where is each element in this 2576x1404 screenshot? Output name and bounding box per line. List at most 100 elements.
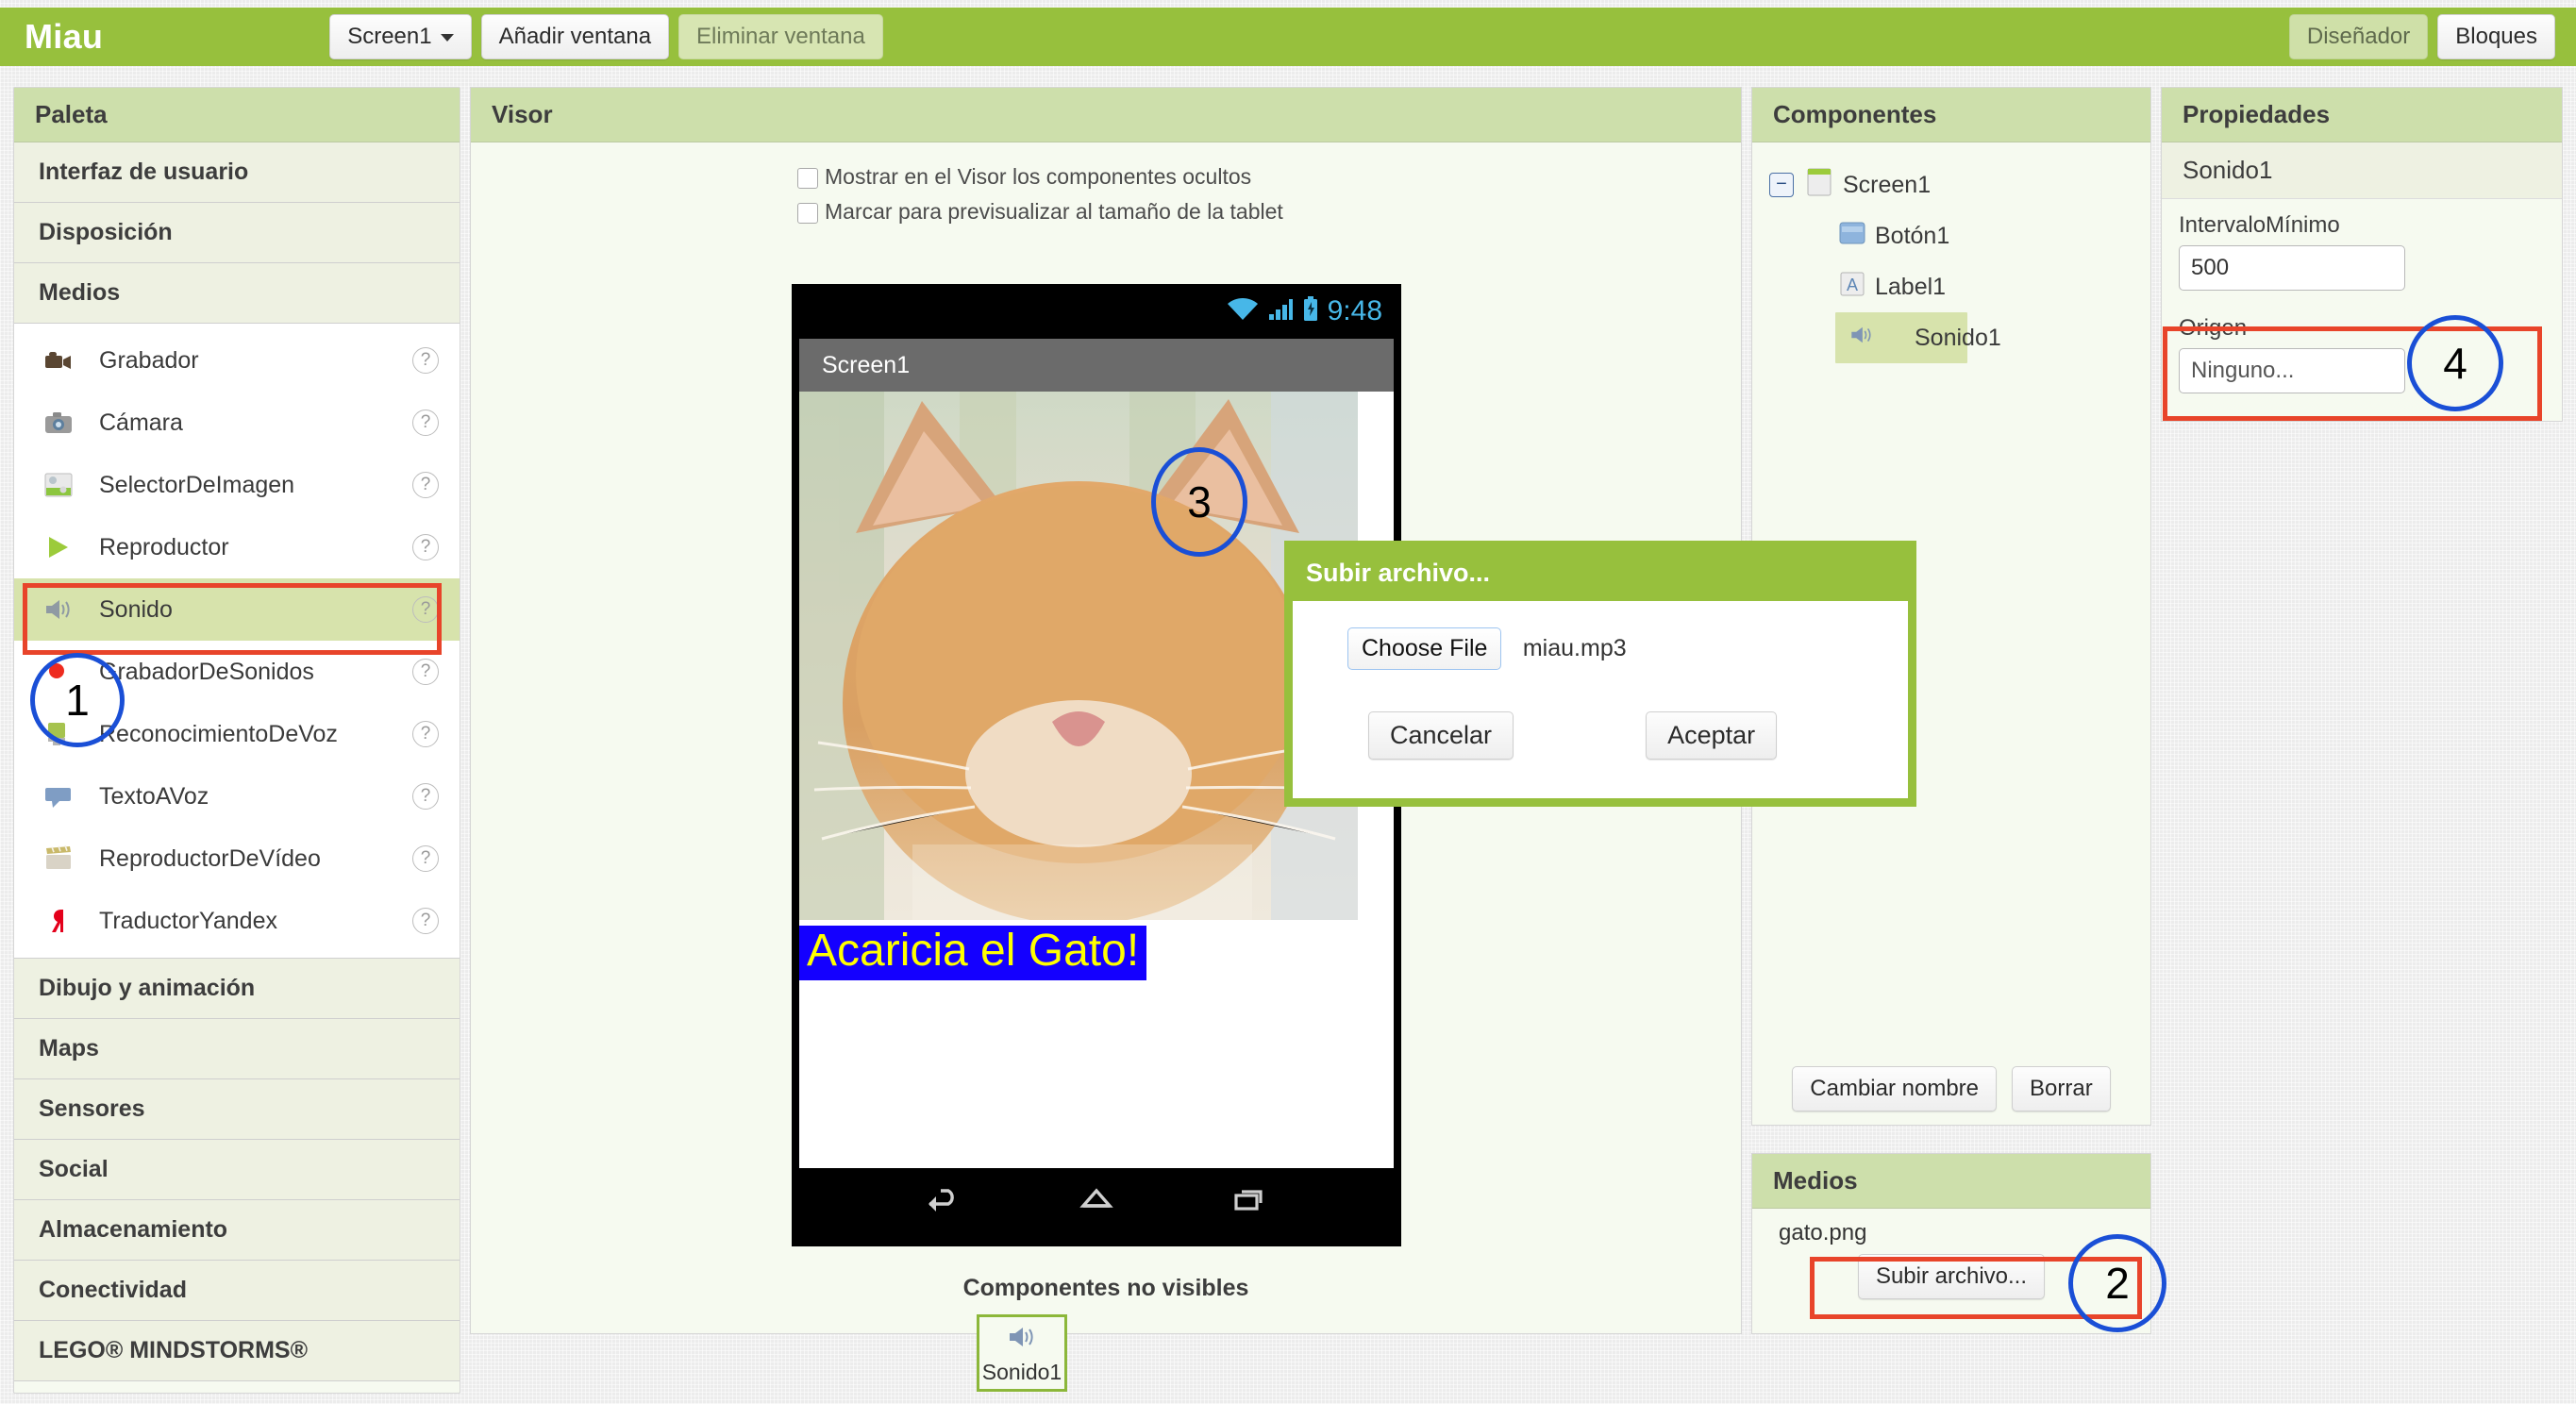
palette-section-social[interactable]: Social — [14, 1140, 460, 1200]
image-picker-icon — [42, 469, 75, 501]
palette-item-reproductordevideo[interactable]: ReproductorDeVídeo ? — [14, 827, 460, 890]
app-title: Miau — [25, 17, 103, 57]
property-input-origen[interactable] — [2179, 348, 2405, 393]
speaker-icon — [42, 593, 75, 626]
wifi-icon — [1227, 297, 1259, 326]
palette-item-camara[interactable]: Cámara ? — [14, 392, 460, 454]
clapperboard-icon — [42, 843, 75, 875]
chosen-file-name: miau.mp3 — [1523, 635, 1627, 661]
show-hidden-components-checkbox[interactable] — [797, 168, 818, 189]
palette-medios-list: Grabador ? Cámara ? SelectorDeImagen ? R… — [14, 324, 460, 959]
help-icon[interactable]: ? — [412, 659, 439, 685]
annotation-marker-3: 3 — [1151, 447, 1247, 557]
palette-item-textoavoz[interactable]: TextoAVoz ? — [14, 765, 460, 827]
tablet-size-checkbox[interactable] — [797, 203, 818, 224]
help-icon[interactable]: ? — [412, 596, 439, 623]
media-title: Medios — [1752, 1154, 2150, 1209]
palette-item-label: Cámara — [99, 410, 412, 437]
palette-section-almacenamiento[interactable]: Almacenamiento — [14, 1200, 460, 1261]
annotation-marker-4: 4 — [2407, 315, 2503, 411]
screen-icon — [1807, 168, 1832, 203]
rename-component-button[interactable]: Cambiar nombre — [1792, 1066, 1997, 1112]
palette-section-medios[interactable]: Medios — [14, 263, 460, 324]
screen-selector-button[interactable]: Screen1 — [329, 14, 471, 59]
collapse-icon[interactable]: − — [1769, 173, 1794, 197]
tree-item-boton1[interactable]: Botón1 — [1752, 210, 2150, 261]
non-visible-component-label: Sonido1 — [982, 1360, 1062, 1385]
palette-item-reproductor[interactable]: Reproductor ? — [14, 516, 460, 578]
help-icon[interactable]: ? — [412, 472, 439, 498]
palette-item-grabador[interactable]: Grabador ? — [14, 329, 460, 392]
palette-section-sensores[interactable]: Sensores — [14, 1079, 460, 1140]
viewer-panel: Visor Mostrar en el Visor los componente… — [470, 87, 1742, 1334]
tree-item-label: Sonido1 — [1915, 325, 2001, 352]
help-icon[interactable]: ? — [412, 410, 439, 436]
tree-item-sonido1[interactable]: Sonido1 — [1835, 312, 1967, 363]
delete-component-button[interactable]: Borrar — [2012, 1066, 2111, 1112]
upload-cancel-button[interactable]: Cancelar — [1368, 711, 1514, 760]
palette-item-label: Sonido — [99, 596, 412, 624]
android-nav-bar — [792, 1168, 1401, 1234]
properties-title: Propiedades — [2162, 88, 2562, 142]
speaker-icon — [1003, 1321, 1041, 1358]
property-input-intervalominimo[interactable] — [2179, 245, 2405, 291]
palette-item-label: TraductorYandex — [99, 908, 412, 935]
palette-item-label: ReproductorDeVídeo — [99, 845, 412, 873]
palette-section-dibujo[interactable]: Dibujo y animación — [14, 959, 460, 1019]
palette-section-disposicion[interactable]: Disposición — [14, 203, 460, 263]
viewer-title: Visor — [471, 88, 1741, 142]
tree-item-label: Botón1 — [1875, 223, 1949, 250]
header-button-group: Screen1 Añadir ventana Eliminar ventana — [329, 14, 883, 59]
tablet-size-label: Marcar para previsualizar al tamaño de l… — [825, 199, 1283, 225]
help-icon[interactable]: ? — [412, 783, 439, 810]
yandex-icon — [42, 905, 75, 937]
status-bar-clock: 9:48 — [1328, 295, 1382, 327]
upload-accept-button[interactable]: Aceptar — [1646, 711, 1777, 760]
palette-item-traductoryandex[interactable]: TraductorYandex ? — [14, 890, 460, 952]
help-icon[interactable]: ? — [412, 908, 439, 934]
help-icon[interactable]: ? — [412, 721, 439, 747]
palette-section-lego[interactable]: LEGO® MINDSTORMS® — [14, 1321, 460, 1381]
phone-title-bar: Screen1 — [799, 339, 1394, 392]
tree-item-screen1[interactable]: − Screen1 — [1752, 159, 2150, 210]
battery-icon — [1302, 296, 1319, 327]
help-icon[interactable]: ? — [412, 347, 439, 374]
palette-item-label: Reproductor — [99, 534, 412, 561]
add-screen-button[interactable]: Añadir ventana — [481, 14, 669, 59]
upload-file-dialog: Subir archivo... Choose File miau.mp3 Ca… — [1284, 541, 1916, 807]
label1-preview[interactable]: Acaricia el Gato! — [799, 926, 1146, 980]
upload-dialog-title: Subir archivo... — [1293, 549, 1908, 601]
property-label-intervalominimo: IntervaloMínimo — [2162, 199, 2562, 245]
palette-section-conectividad[interactable]: Conectividad — [14, 1261, 460, 1321]
header-tab-group: Diseñador Bloques — [2289, 14, 2555, 59]
palette-section-interfaz[interactable]: Interfaz de usuario — [14, 142, 460, 203]
choose-file-button[interactable]: Choose File — [1347, 627, 1501, 670]
home-icon[interactable] — [1075, 1183, 1118, 1220]
palette-item-label: ReconocimientoDeVoz — [99, 721, 412, 748]
non-visible-component-sonido1[interactable]: Sonido1 — [977, 1314, 1067, 1392]
tab-blocks[interactable]: Bloques — [2437, 14, 2555, 59]
palette-item-label: SelectorDeImagen — [99, 472, 412, 499]
help-icon[interactable]: ? — [412, 845, 439, 872]
palette-item-label: GrabadorDeSonidos — [99, 659, 412, 686]
svg-text:A: A — [1847, 276, 1858, 294]
palette-item-sonido[interactable]: Sonido ? — [14, 578, 460, 641]
label-A-icon: A — [1839, 271, 1865, 304]
show-hidden-components-checkbox-row[interactable]: Mostrar en el Visor los componentes ocul… — [797, 164, 1251, 190]
remove-screen-button[interactable]: Eliminar ventana — [678, 14, 883, 59]
android-status-bar: 9:48 — [792, 284, 1401, 339]
camera-icon — [42, 407, 75, 439]
properties-subject: Sonido1 — [2162, 142, 2562, 199]
media-upload-button[interactable]: Subir archivo... — [1858, 1254, 2045, 1299]
help-icon[interactable]: ? — [412, 534, 439, 560]
tree-item-label1[interactable]: A Label1 — [1752, 261, 2150, 312]
cat-image[interactable] — [799, 392, 1358, 920]
palette-section-maps[interactable]: Maps — [14, 1019, 460, 1079]
back-icon[interactable] — [922, 1183, 965, 1220]
recents-icon[interactable] — [1228, 1183, 1271, 1220]
speaker-icon — [1847, 322, 1877, 355]
palette-item-selectordeimagen[interactable]: SelectorDeImagen ? — [14, 454, 460, 516]
chevron-down-icon — [441, 34, 454, 42]
tab-designer[interactable]: Diseñador — [2289, 14, 2428, 59]
tablet-size-checkbox-row[interactable]: Marcar para previsualizar al tamaño de l… — [797, 199, 1283, 225]
